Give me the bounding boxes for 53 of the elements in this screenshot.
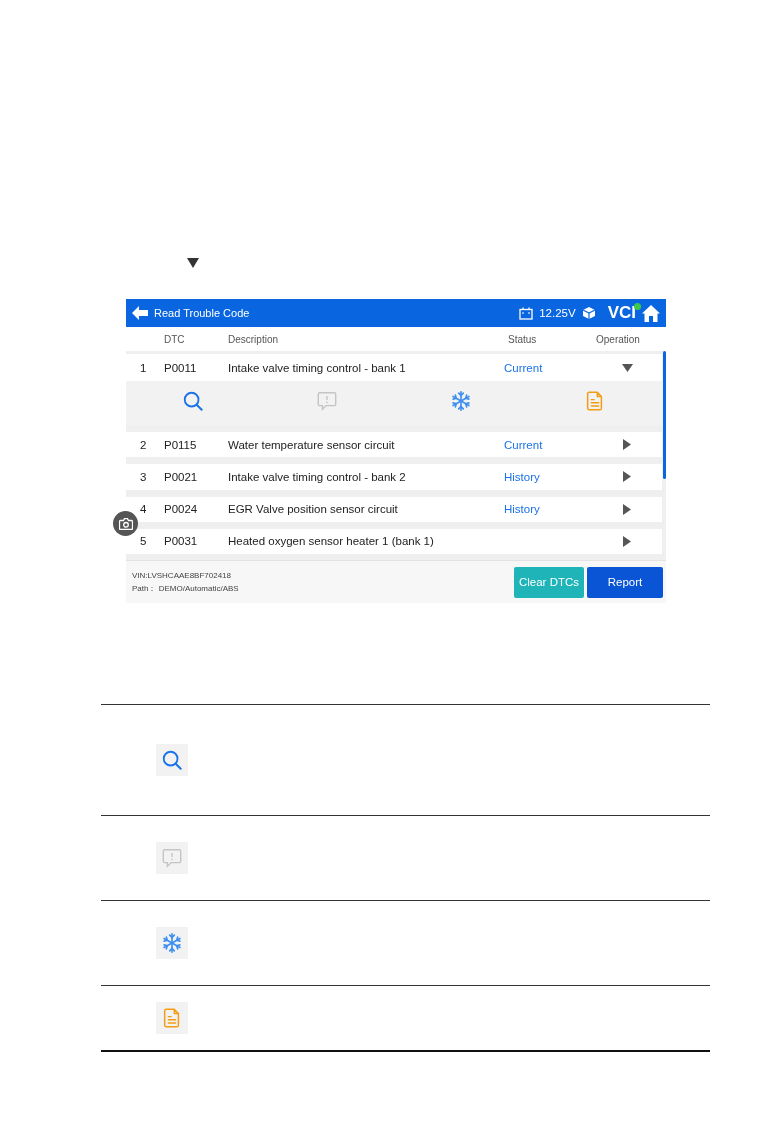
column-header: Status [507,333,538,345]
code-status: Current [503,361,544,374]
search-icon [161,749,183,771]
back-arrow-icon[interactable] [132,306,148,320]
vci-label: VCI [607,303,636,323]
code-status: Current [503,438,544,451]
column-header: Operation [596,333,641,345]
path-text: Path： DEMO/Automatic/ABS [132,582,240,594]
row-number: 3 [139,470,148,483]
trouble-code-row[interactable]: 4 P0024 EGR Valve position sensor circuit History [126,496,662,522]
snowflake-icon [161,932,183,954]
report-button[interactable]: Report [587,566,663,598]
collapse-caret-icon[interactable] [621,363,633,372]
code-description: EGR Valve position sensor circuit [228,503,399,516]
code-description: Water temperature sensor circuit [228,438,396,451]
trouble-code: P0024 [163,503,199,516]
code-description: Intake valve timing control - bank 2 [228,470,407,483]
trouble-code-row[interactable]: 3 P0021 Intake valve timing control - bank 2 History [126,464,662,490]
search-icon [182,390,204,412]
trouble-code: P0011 [163,361,198,374]
scrollbar[interactable] [663,351,666,479]
trouble-code: P0031 [163,535,199,548]
camera-icon [118,517,133,530]
battery-icon [519,306,534,320]
code-status: History [503,503,541,516]
trouble-code-row[interactable]: 5 P0031 Heated oxygen sensor heater 1 (bank 1) [126,528,662,554]
caret-icon [187,258,199,268]
screen-title: Read Trouble Code [154,307,251,319]
column-header: Description [228,333,280,345]
trouble-code: P0021 [163,470,199,483]
column-header: DTC [163,333,186,345]
speech-bubble-icon [161,847,183,869]
voltage-reading: 12.25V [539,307,576,319]
snowflake-icon [450,390,472,412]
speech-bubble-icon [316,390,338,412]
row-number: 1 [139,361,148,374]
expand-caret-icon[interactable] [623,471,631,483]
screenshot-button[interactable] [113,511,138,536]
row-number: 5 [139,535,148,548]
code-status: History [503,470,541,483]
expand-caret-icon[interactable] [623,503,631,515]
row-number: 4 [139,503,148,516]
trouble-code-row[interactable]: 1 P0011 Intake valve timing control - bank 1 Current [126,354,662,381]
home-icon[interactable] [642,304,660,322]
code-description: Intake valve timing control - bank 1 [228,361,407,374]
row-number: 2 [139,438,148,451]
trouble-code-row[interactable]: 2 P0115 Water temperature sensor circuit Current [126,432,662,458]
vin-text: VIN:LVSHCAAE8BF702418 [132,570,232,580]
code-description: Heated oxygen sensor heater 1 (bank 1) [228,535,435,548]
trouble-code: P0115 [163,438,198,451]
expand-caret-icon[interactable] [623,535,631,547]
cube-icon[interactable] [581,306,596,320]
expand-caret-icon[interactable] [623,439,631,451]
